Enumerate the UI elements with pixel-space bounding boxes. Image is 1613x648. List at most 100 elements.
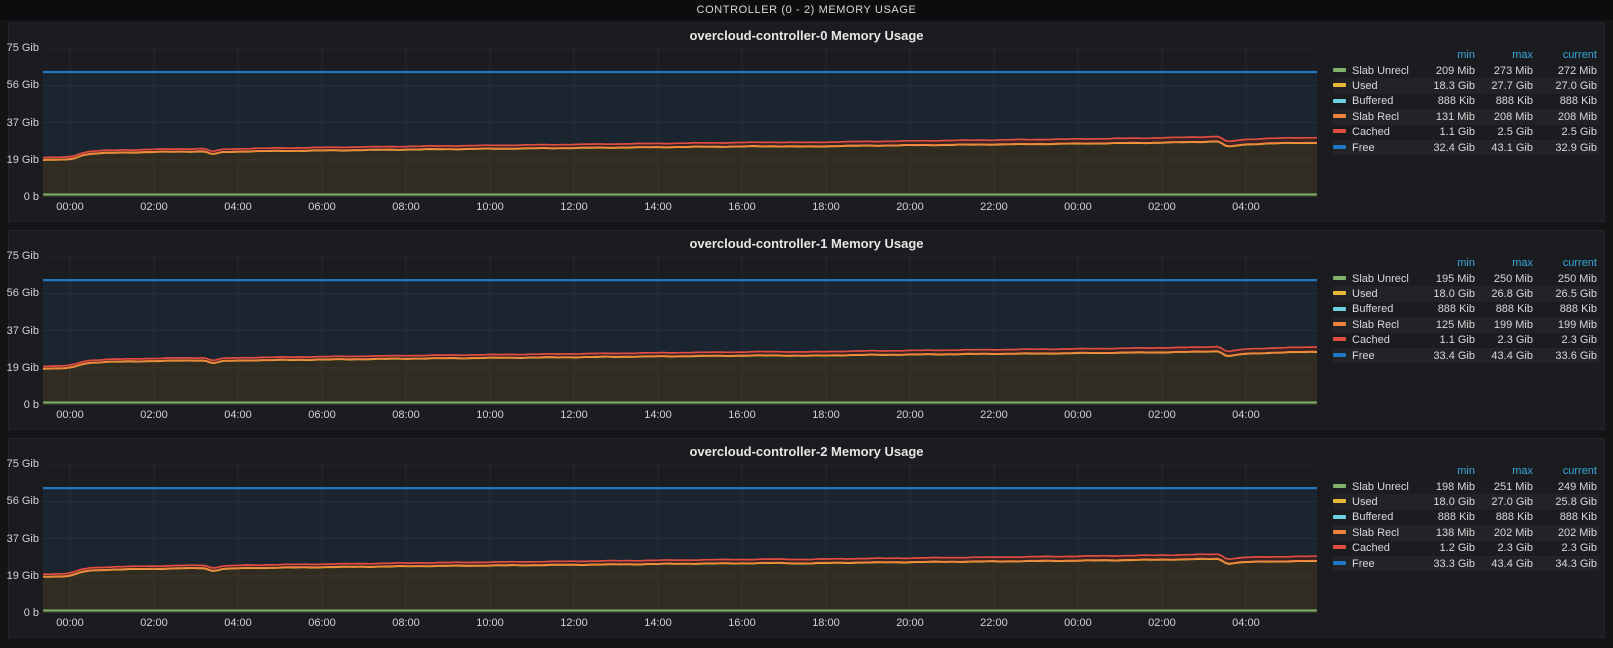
x-tick-label: 04:00	[224, 617, 252, 629]
series-max-value: 273 Mib	[1475, 65, 1533, 77]
series-color-swatch	[1333, 322, 1346, 326]
x-tick-label: 00:00	[56, 617, 84, 629]
series-name: Free	[1333, 558, 1421, 570]
legend-row-free[interactable]: Free33.4 Gib43.4 Gib33.6 Gib	[1333, 348, 1599, 363]
y-tick-label: 0 b	[24, 607, 39, 619]
chart-plot[interactable]	[43, 256, 1317, 405]
x-tick-label: 02:00	[140, 617, 168, 629]
series-max-value: 43.4 Gib	[1475, 350, 1533, 362]
legend-row-slab-unrecl[interactable]: Slab Unrecl195 Mib250 Mib250 Mib	[1333, 271, 1599, 286]
series-color-swatch	[1333, 515, 1346, 519]
x-tick-label: 06:00	[308, 201, 336, 213]
legend-col-current[interactable]: current	[1533, 465, 1597, 477]
y-tick-label: 37 Gib	[7, 533, 39, 545]
legend-row-cached[interactable]: Cached1.2 Gib2.3 Gib2.3 Gib	[1333, 541, 1599, 556]
y-tick-label: 0 b	[24, 191, 39, 203]
legend-header: min max current	[1333, 254, 1599, 271]
y-axis: 0 b19 Gib37 Gib56 Gib75 Gib	[9, 48, 39, 197]
legend-row-free[interactable]: Free33.3 Gib43.4 Gib34.3 Gib	[1333, 556, 1599, 571]
legend-row-slab-recl[interactable]: Slab Recl138 Mib202 Mib202 Mib	[1333, 525, 1599, 540]
series-name: Slab Unrecl	[1333, 481, 1421, 493]
legend-row-slab-recl[interactable]: Slab Recl125 Mib199 Mib199 Mib	[1333, 317, 1599, 332]
y-tick-label: 75 Gib	[7, 42, 39, 54]
legend-row-used[interactable]: Used18.3 Gib27.7 Gib27.0 Gib	[1333, 78, 1599, 93]
series-min-value: 33.4 Gib	[1421, 350, 1475, 362]
legend-col-max[interactable]: max	[1475, 257, 1533, 269]
legend-row-buffered[interactable]: Buffered888 Kib888 Kib888 Kib	[1333, 94, 1599, 109]
legend-col-current[interactable]: current	[1533, 257, 1597, 269]
x-tick-label: 16:00	[728, 617, 756, 629]
x-tick-label: 20:00	[896, 617, 924, 629]
x-tick-label: 10:00	[476, 201, 504, 213]
legend-row-used[interactable]: Used18.0 Gib26.8 Gib26.5 Gib	[1333, 286, 1599, 301]
panel-title[interactable]: overcloud-controller-2 Memory Usage	[9, 439, 1604, 464]
series-current-value: 26.5 Gib	[1533, 288, 1597, 300]
legend-col-min[interactable]: min	[1421, 465, 1475, 477]
legend-col-current[interactable]: current	[1533, 49, 1597, 61]
legend-col-min[interactable]: min	[1421, 257, 1475, 269]
series-current-value: 888 Kib	[1533, 303, 1597, 315]
series-current-value: 250 Mib	[1533, 273, 1597, 285]
legend-col-max[interactable]: max	[1475, 49, 1533, 61]
series-current-value: 888 Kib	[1533, 511, 1597, 523]
series-color-swatch	[1333, 68, 1346, 72]
chart-plot[interactable]	[43, 464, 1317, 613]
x-tick-label: 16:00	[728, 201, 756, 213]
panel-title[interactable]: overcloud-controller-1 Memory Usage	[9, 231, 1604, 256]
x-tick-label: 14:00	[644, 617, 672, 629]
x-tick-label: 08:00	[392, 409, 420, 421]
x-tick-label: 00:00	[1064, 617, 1092, 629]
series-color-swatch	[1333, 99, 1346, 103]
memory-usage-chart[interactable]	[43, 256, 1317, 405]
legend-row-cached[interactable]: Cached1.1 Gib2.3 Gib2.3 Gib	[1333, 333, 1599, 348]
series-max-value: 250 Mib	[1475, 273, 1533, 285]
y-tick-label: 56 Gib	[7, 79, 39, 91]
legend: min max current Slab Unrecl209 Mib273 Mi…	[1333, 46, 1599, 155]
x-tick-label: 08:00	[392, 201, 420, 213]
series-current-value: 32.9 Gib	[1533, 142, 1597, 154]
legend-row-slab-unrecl[interactable]: Slab Unrecl198 Mib251 Mib249 Mib	[1333, 479, 1599, 494]
memory-usage-chart[interactable]	[43, 464, 1317, 613]
x-tick-label: 06:00	[308, 617, 336, 629]
chart-plot[interactable]	[43, 48, 1317, 197]
x-tick-label: 04:00	[1232, 617, 1260, 629]
legend-row-used[interactable]: Used18.0 Gib27.0 Gib25.8 Gib	[1333, 494, 1599, 509]
series-max-value: 26.8 Gib	[1475, 288, 1533, 300]
x-tick-label: 04:00	[224, 201, 252, 213]
series-current-value: 202 Mib	[1533, 527, 1597, 539]
x-tick-label: 16:00	[728, 409, 756, 421]
legend-row-slab-recl[interactable]: Slab Recl131 Mib208 Mib208 Mib	[1333, 109, 1599, 124]
legend-row-slab-unrecl[interactable]: Slab Unrecl209 Mib273 Mib272 Mib	[1333, 63, 1599, 78]
dashboard: overcloud-controller-0 Memory Usage 0 b1…	[0, 20, 1613, 638]
x-tick-label: 04:00	[1232, 201, 1260, 213]
series-name: Cached	[1333, 542, 1421, 554]
y-tick-label: 37 Gib	[7, 117, 39, 129]
y-tick-label: 56 Gib	[7, 495, 39, 507]
legend-row-cached[interactable]: Cached1.1 Gib2.5 Gib2.5 Gib	[1333, 125, 1599, 140]
series-current-value: 249 Mib	[1533, 481, 1597, 493]
y-axis: 0 b19 Gib37 Gib56 Gib75 Gib	[9, 256, 39, 405]
series-max-value: 888 Kib	[1475, 95, 1533, 107]
x-axis: 00:0002:0004:0006:0008:0010:0012:0014:00…	[43, 199, 1317, 215]
series-min-value: 33.3 Gib	[1421, 558, 1475, 570]
x-tick-label: 04:00	[224, 409, 252, 421]
series-max-value: 251 Mib	[1475, 481, 1533, 493]
panel-title[interactable]: overcloud-controller-0 Memory Usage	[9, 23, 1604, 48]
series-max-value: 2.3 Gib	[1475, 542, 1533, 554]
legend-row-buffered[interactable]: Buffered888 Kib888 Kib888 Kib	[1333, 302, 1599, 317]
legend-row-buffered[interactable]: Buffered888 Kib888 Kib888 Kib	[1333, 510, 1599, 525]
series-name: Used	[1333, 496, 1421, 508]
series-max-value: 202 Mib	[1475, 527, 1533, 539]
series-name: Buffered	[1333, 511, 1421, 523]
x-tick-label: 10:00	[476, 409, 504, 421]
series-max-value: 2.5 Gib	[1475, 126, 1533, 138]
series-color-swatch	[1333, 291, 1346, 295]
memory-usage-chart[interactable]	[43, 48, 1317, 197]
x-axis: 00:0002:0004:0006:0008:0010:0012:0014:00…	[43, 407, 1317, 423]
legend-row-free[interactable]: Free32.4 Gib43.1 Gib32.9 Gib	[1333, 140, 1599, 155]
legend-col-min[interactable]: min	[1421, 49, 1475, 61]
series-min-value: 195 Mib	[1421, 273, 1475, 285]
legend-col-max[interactable]: max	[1475, 465, 1533, 477]
x-tick-label: 12:00	[560, 617, 588, 629]
y-tick-label: 0 b	[24, 399, 39, 411]
